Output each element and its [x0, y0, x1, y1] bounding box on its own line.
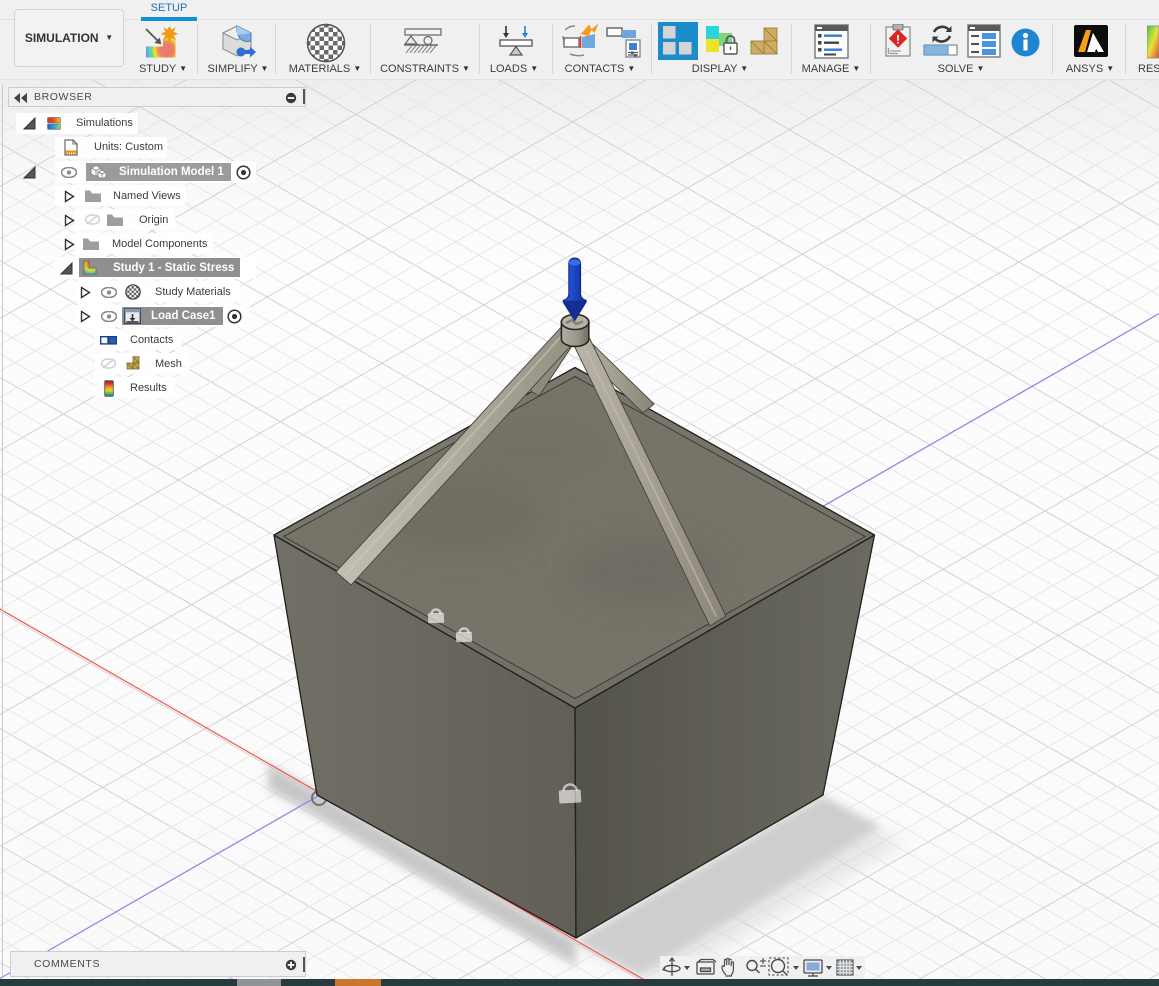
- svg-text:!: !: [896, 33, 900, 47]
